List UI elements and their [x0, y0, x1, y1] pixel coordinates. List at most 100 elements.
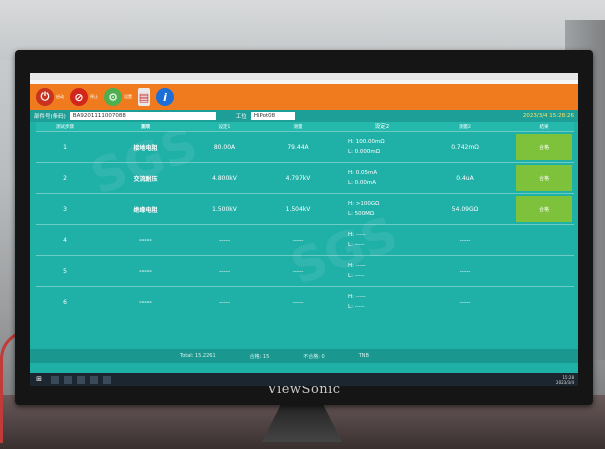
measured-value: 4.797kV: [285, 174, 311, 182]
limits: H: ----- L: -----: [344, 292, 416, 312]
result-cell: [514, 287, 574, 317]
header-item: 测项: [141, 124, 150, 130]
info-bar: 部件号(条码) BA9201111007088 工位 HiPot08 2023/…: [30, 110, 578, 122]
result-cell: 合格: [514, 132, 574, 162]
station-label: 工位: [235, 114, 247, 120]
yield-value: TNB: [358, 353, 369, 359]
report-icon: ▤: [138, 88, 150, 106]
table-row: 5 ----- ----- ----- H: ----- L: ----- ---…: [36, 255, 574, 286]
limit-low: L: -----: [348, 273, 365, 279]
pass-badge: 合格: [516, 196, 572, 222]
set-value: 1.500kV: [212, 205, 237, 213]
measured-value: -----: [292, 298, 304, 306]
info-button[interactable]: i: [156, 88, 174, 106]
limits: H: 0.05mA L: 0.00mA: [344, 168, 416, 188]
step-number: 2: [63, 174, 67, 182]
windows-start-icon[interactable]: ⊞: [33, 375, 45, 384]
stop-icon: ⊘: [70, 88, 88, 106]
settings-label: 设置: [124, 94, 132, 99]
limit-low: L: 0.00mA: [348, 180, 377, 186]
table-row: 1 接地电阻 80.00A 79.44A H: 100.00mΩ L: 0.000…: [36, 131, 574, 162]
taskbar-app-icon[interactable]: [103, 375, 111, 384]
start-label: 启动: [56, 94, 64, 99]
table-header: 测试步骤 测项 设定1 测量 设定2 测量2 结果: [36, 122, 574, 131]
windows-taskbar: ⊞ 15:28 2023/3/4: [30, 373, 578, 386]
pass-count: 合格: 15: [249, 353, 270, 360]
info-icon: i: [156, 88, 174, 106]
pass-badge: 合格: [516, 134, 572, 160]
set-value: -----: [219, 236, 230, 244]
test-name: -----: [139, 236, 152, 244]
limit-low: L: 0.000mΩ: [348, 149, 380, 155]
limit-high: H: -----: [348, 232, 366, 238]
toolbar: ⏻ 启动 ⊘ 停止 ⚙ 设置 ▤ i: [30, 84, 578, 110]
start-button[interactable]: ⏻ 启动: [36, 88, 64, 106]
stop-label: 停止: [90, 94, 98, 99]
limit-high: H: -----: [348, 294, 366, 300]
taskbar-clock[interactable]: 15:28 2023/3/4: [556, 375, 574, 385]
taskbar-date: 2023/3/4: [556, 379, 574, 385]
station-field[interactable]: HiPot08: [250, 112, 295, 120]
set-value: 4.800kV: [212, 174, 237, 182]
result-cell: 合格: [514, 194, 574, 224]
measured-value: 1.504kV: [285, 205, 311, 213]
measured-value: 79.44A: [287, 143, 309, 151]
test-name: -----: [139, 298, 152, 306]
table-row: 2 交流耐压 4.800kV 4.797kV H: 0.05mA L: 0.00m…: [36, 162, 574, 193]
report-button[interactable]: ▤: [138, 88, 150, 106]
set-value: 80.00A: [213, 143, 236, 151]
photo-background: ViewSonic SGS SGS ⏻ 启动 ⊘ 停止 ⚙ 设置 ▤ i 部件号…: [0, 0, 605, 449]
power-icon: ⏻: [36, 88, 54, 106]
header-set: 设定1: [218, 124, 231, 130]
table-row: 6 ----- ----- ----- H: ----- L: ----- ---…: [36, 286, 574, 317]
settings-icon: ⚙: [104, 88, 122, 106]
limits: H: >100GΩ L: 500MΩ: [344, 199, 416, 219]
header-step: 测试步骤: [56, 124, 74, 130]
taskbar-apps: [51, 375, 111, 384]
limit-low: L: -----: [348, 304, 365, 310]
window-titlebar: [30, 73, 578, 80]
datetime: 2023/3/4 15:28:26: [522, 113, 574, 119]
step-number: 3: [63, 205, 67, 213]
fail-count: 不合格: 0: [303, 353, 325, 360]
total-count: Total: 15.2261: [180, 353, 216, 359]
header-meas2: 测量2: [459, 124, 471, 130]
table-row: 3 绝缘电阻 1.500kV 1.504kV H: >100GΩ L: 500MΩ…: [36, 193, 574, 224]
taskbar-app-icon[interactable]: [51, 375, 59, 384]
set-value: -----: [219, 267, 230, 275]
stop-button[interactable]: ⊘ 停止: [70, 88, 98, 106]
measured-value-2: 0.742mΩ: [451, 143, 479, 151]
test-name: 接地电阻: [133, 144, 158, 152]
limits: H: ----- L: -----: [344, 230, 416, 250]
limit-high: H: 100.00mΩ: [348, 139, 385, 145]
part-number-field[interactable]: BA9201111007088: [69, 112, 216, 120]
measured-value-2: 54.09GΩ: [451, 205, 479, 213]
result-cell: 合格: [514, 163, 574, 193]
measured-value-2: -----: [459, 298, 471, 306]
step-number: 4: [63, 236, 67, 244]
measured-value-2: -----: [459, 267, 471, 275]
measured-value-2: 0.4uA: [456, 174, 474, 182]
part-label: 部件号(条码): [34, 114, 66, 120]
limit-low: L: 500MΩ: [348, 211, 375, 217]
table-row: 4 ----- ----- ----- H: ----- L: ----- ---…: [36, 224, 574, 255]
results-table: 测试步骤 测项 设定1 测量 设定2 测量2 结果 1 接地电阻 80.00A …: [36, 122, 574, 317]
taskbar-app-icon[interactable]: [77, 375, 85, 384]
limit-high: H: >100GΩ: [348, 201, 380, 207]
limit-high: H: -----: [348, 263, 366, 269]
test-name: 绝缘电阻: [133, 206, 158, 214]
header-result: 结果: [539, 124, 549, 130]
app-screen: SGS SGS ⏻ 启动 ⊘ 停止 ⚙ 设置 ▤ i 部件号(条码) BA920…: [30, 73, 578, 386]
pass-badge: 合格: [516, 165, 572, 191]
settings-button[interactable]: ⚙ 设置: [104, 88, 132, 106]
limits: H: ----- L: -----: [344, 261, 416, 281]
limits: H: 100.00mΩ L: 0.000mΩ: [344, 137, 416, 157]
set-value: -----: [219, 298, 230, 306]
measured-value: -----: [292, 236, 304, 244]
status-footer: Total: 15.2261 合格: 15 不合格: 0 TNB: [30, 349, 578, 363]
measured-value-2: -----: [459, 236, 471, 244]
taskbar-app-icon[interactable]: [64, 375, 72, 384]
taskbar-app-icon[interactable]: [90, 375, 98, 384]
header-limit: 设定2: [374, 123, 390, 130]
limit-high: H: 0.05mA: [348, 170, 378, 176]
